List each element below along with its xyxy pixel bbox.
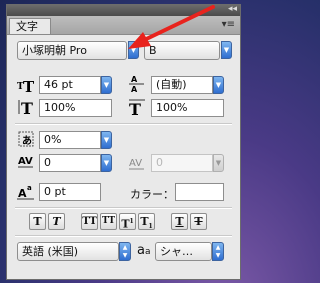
annotation-arrow-icon [128,5,215,49]
